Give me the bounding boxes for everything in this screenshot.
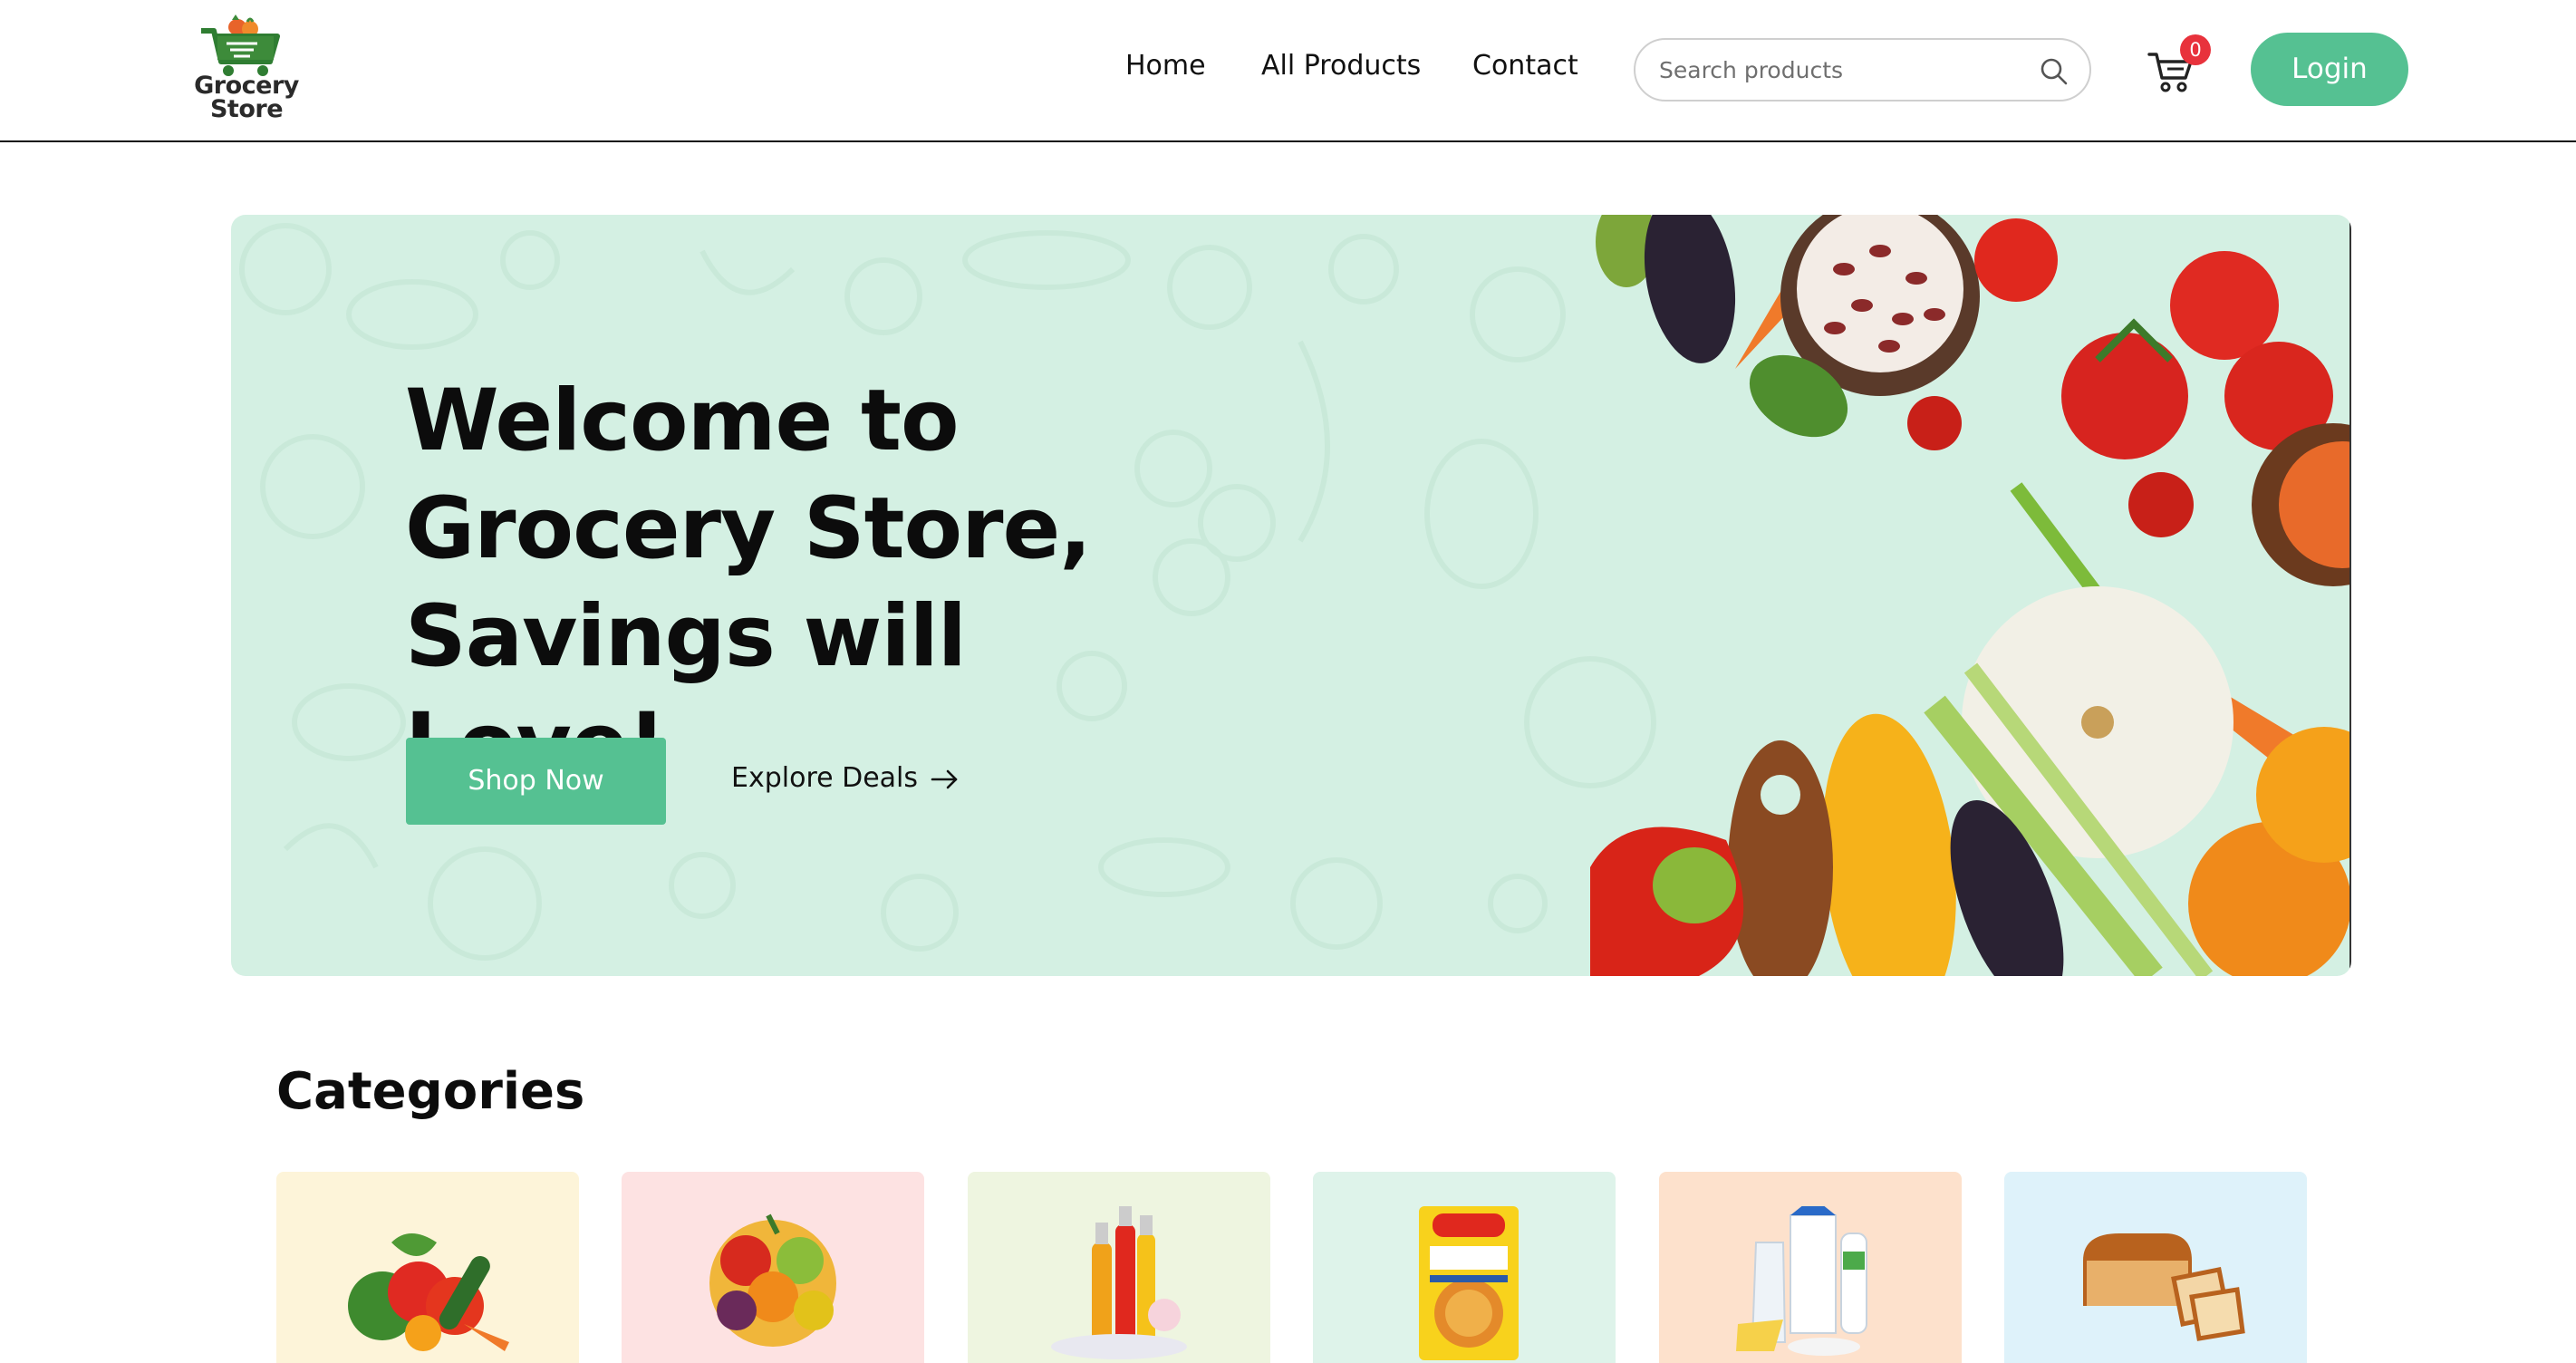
instant-noodles-icon [1419, 1206, 1519, 1360]
category-card-instant-noodles[interactable] [1313, 1172, 1616, 1363]
search-input[interactable] [1659, 49, 2031, 91]
nav-all-products-link[interactable]: All Products [1261, 50, 1421, 82]
explore-deals-link[interactable]: Explore Deals [731, 762, 960, 794]
hero-heading: Welcome to Grocery Store, Savings will L… [405, 367, 1220, 798]
categories-heading: Categories [276, 1062, 585, 1121]
vegetables-icon [348, 1233, 509, 1351]
nav-contact-link[interactable]: Contact [1472, 50, 1578, 82]
explore-deals-label: Explore Deals [731, 762, 919, 794]
search-box [1634, 38, 2091, 102]
top-navbar: Grocery Store Home All Products Contact … [0, 0, 2576, 142]
bakery-icon [2083, 1233, 2245, 1341]
category-card-vegetables[interactable] [276, 1172, 579, 1363]
arrow-right-icon [931, 769, 958, 788]
beverages-icon [1051, 1206, 1187, 1359]
category-card-dairy[interactable] [1659, 1172, 1962, 1363]
dairy-icon [1736, 1206, 1867, 1356]
shop-now-button[interactable]: Shop Now [406, 738, 666, 825]
cart-count-badge: 0 [2180, 34, 2211, 65]
login-button[interactable]: Login [2251, 33, 2408, 106]
category-card-beverages[interactable] [968, 1172, 1270, 1363]
brand-name-line2: Store [209, 95, 284, 123]
shopping-cart-logo-icon [201, 14, 280, 76]
category-card-bakery[interactable] [2004, 1172, 2307, 1363]
cart-button[interactable]: 0 [2147, 34, 2211, 94]
hero-heading-line1: Welcome to [405, 372, 960, 470]
vegetables-illustration [1590, 215, 2351, 976]
hero-heading-line2: Grocery Store, [405, 479, 1092, 578]
fruits-icon [709, 1213, 836, 1347]
nav-home-link[interactable]: Home [1125, 50, 1206, 82]
category-card-fruits[interactable] [622, 1172, 924, 1363]
hero-banner: Welcome to Grocery Store, Savings will L… [231, 215, 2351, 976]
brand-name: Grocery Store [192, 73, 301, 123]
search-icon[interactable] [2039, 56, 2069, 87]
brand-logo[interactable]: Grocery Store [192, 14, 310, 127]
